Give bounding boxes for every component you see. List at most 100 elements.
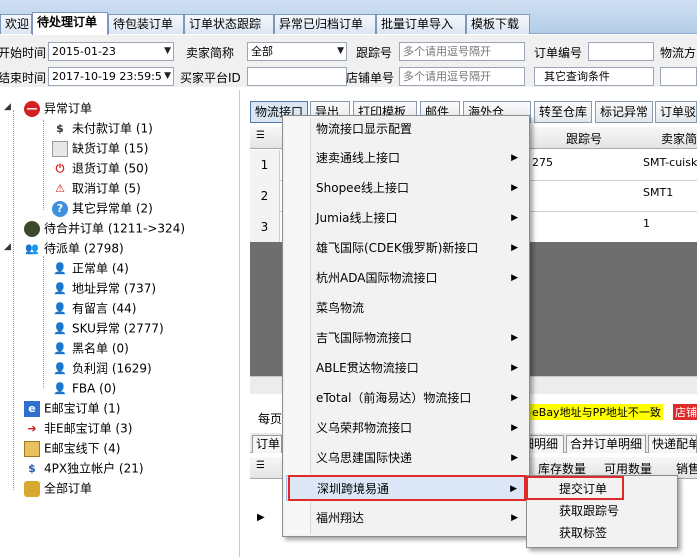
tree-item-pending-review[interactable]: 👥 待派单 (2798) (24, 239, 124, 257)
per-page-label: 每页 (258, 412, 283, 426)
tree-label: 黑名单 (0) (72, 341, 129, 356)
tree-item-ebay-offline[interactable]: E邮宝线下 (4) (24, 439, 120, 457)
chevron-down-icon: ▼ (164, 46, 171, 56)
menu-item[interactable]: 速卖通线上接口 ▶ (286, 145, 526, 171)
tree-line (43, 120, 44, 210)
tab-pending-orders[interactable]: 待处理订单 (32, 12, 108, 35)
collapse-icon[interactable]: ◢ (4, 242, 11, 252)
menu-item[interactable]: 杭州ADA国际物流接口 ▶ (286, 265, 526, 291)
user-icon: 👤 (53, 341, 67, 355)
tab-template-download[interactable]: 模板下载 (466, 14, 530, 34)
user-icon: 👤 (53, 301, 67, 315)
grid-menu-icon[interactable]: ☰ (256, 460, 265, 471)
menu-item[interactable]: 雄飞国际(CDEK俄罗斯)新接口 ▶ (286, 235, 526, 261)
tree-item-has-message[interactable]: 👤 有留言 (44) (52, 299, 136, 317)
end-time-field[interactable]: 2017-10-19 23:59:5 ▼ (48, 67, 174, 86)
menu-item[interactable]: Shopee线上接口 ▶ (286, 175, 526, 201)
buyer-platform-id-input[interactable] (247, 67, 347, 86)
tree-item-all-orders[interactable]: 全部订单 (24, 479, 92, 497)
tree-label: E邮宝线下 (4) (44, 441, 121, 456)
tree-item-blacklist[interactable]: 👤 黑名单 (0) (52, 339, 129, 357)
user-icon: 👤 (53, 261, 67, 275)
grid-header-tracking[interactable]: 跟踪号 (566, 130, 602, 147)
submenu-arrow-icon: ▶ (511, 423, 518, 433)
menu-item[interactable]: Jumia线上接口 ▶ (286, 205, 526, 231)
get-label-item[interactable]: 获取标签 (527, 522, 671, 544)
menu-item[interactable]: 菜鸟物流 (286, 295, 526, 321)
tree-item-normal[interactable]: 👤 正常单 (4) (52, 259, 129, 277)
dollar-icon: $ (28, 461, 36, 475)
tracking-no-input[interactable]: 多个请用逗号隔开 (399, 42, 525, 61)
tree-item-sku-abnormal[interactable]: 👤 SKU异常 (2777) (52, 319, 164, 337)
tree-item-4px[interactable]: $4PX独立帐户 (21) (24, 459, 144, 477)
tree-item-abnormal[interactable]: — 异常订单 (24, 99, 92, 117)
menu-item[interactable]: 物流接口显示配置 (286, 116, 526, 142)
menu-item[interactable]: eTotal（前海易达）物流接口 ▶ (286, 385, 526, 411)
menu-item-label: 吉飞国际物流接口 (316, 331, 413, 345)
detail-header-sales[interactable]: 销售 (676, 460, 697, 477)
menu-item[interactable]: 义乌思建国际快递 ▶ (286, 445, 526, 471)
box-icon (52, 140, 68, 157)
tree-item-non-ebay[interactable]: ➜ 非E邮宝订单 (3) (24, 419, 132, 437)
ebao-icon: e (24, 400, 40, 417)
tree-item-addr-abnormal[interactable]: 👤 地址异常 (737) (52, 279, 156, 297)
tree-label: 正常单 (4) (72, 261, 129, 276)
subtab-order[interactable]: 订单 (252, 435, 282, 453)
tab-archived-abnormal[interactable]: 异常已归档订单 (274, 14, 376, 34)
menu-item[interactable]: 吉飞国际物流接口 ▶ (286, 325, 526, 351)
logistics-input[interactable] (660, 67, 697, 86)
row-number: 3 (250, 212, 280, 243)
collapse-icon[interactable]: ◢ (4, 102, 11, 112)
get-tracking-no-item[interactable]: 获取跟踪号 (527, 500, 671, 522)
menu-item-label: 福州翔达 (316, 511, 365, 525)
menu-item[interactable]: ABLE贯达物流接口 ▶ (286, 355, 526, 381)
shop-order-label: 店铺单号 (346, 71, 395, 85)
subtab-express[interactable]: 快递配单 (648, 435, 697, 453)
tree-label: 缺货订单 (15) (72, 141, 149, 156)
other-query-button[interactable]: 其它查询条件 (534, 67, 654, 86)
tab-welcome[interactable]: 欢迎 (0, 14, 32, 34)
menu-item-label: Jumia线上接口 (316, 211, 398, 225)
tree-item-pending-merge[interactable]: 待合并订单 (1211->324) (24, 219, 185, 237)
tree-label: 有留言 (44) (72, 301, 137, 316)
submenu-arrow-icon: ▶ (511, 213, 518, 223)
tree-item-ebay-orders[interactable]: e E邮宝订单 (1) (24, 399, 120, 417)
question-icon: ? (52, 200, 68, 217)
tree-item-negative-profit[interactable]: 👤 负利润 (1629) (52, 359, 152, 377)
tab-pending-pack[interactable]: 待包装订单 (108, 14, 184, 34)
submenu-arrow-icon: ▶ (511, 363, 518, 373)
subtab-merge-detail[interactable]: 合并订单明细 (566, 435, 646, 453)
cell-seller: SMT-cuisk (643, 156, 697, 169)
order-no-input[interactable] (588, 42, 654, 61)
menu-item-label: 雄飞国际(CDEK俄罗斯)新接口 (316, 241, 479, 255)
tree-label: 其它异常单 (2) (72, 201, 153, 216)
tab-batch-import[interactable]: 批量订单导入 (376, 14, 466, 34)
tree-item-cancel[interactable]: ⚠ 取消订单 (5) (52, 179, 141, 197)
tree-line (43, 256, 44, 388)
tree-label: FBA (0) (72, 381, 117, 396)
start-time-field[interactable]: 2015-01-23 ▼ (48, 42, 174, 61)
buyer-platform-id-label: 买家平台ID (180, 71, 241, 85)
shop-order-input[interactable]: 多个请用逗号隔开 (399, 67, 525, 86)
tree-item-unpaid[interactable]: $ 未付款订单 (1) (52, 119, 153, 137)
tree-item-fba[interactable]: 👤 FBA (0) (52, 379, 116, 397)
menu-item[interactable]: 福州翔达 ▶ (286, 505, 526, 531)
transfer-warehouse-button[interactable]: 转至仓库 (534, 101, 592, 123)
tree-item-out-of-stock[interactable]: 缺货订单 (15) (52, 139, 148, 157)
submenu-arrow-icon: ▶ (511, 243, 518, 253)
mark-abnormal-button[interactable]: 标记异常 (595, 101, 653, 123)
tree-item-other-abnormal[interactable]: ? 其它异常单 (2) (52, 199, 153, 217)
tree-label: 4PX独立帐户 (21) (44, 461, 144, 476)
grid-header-seller[interactable]: 卖家简 (661, 130, 697, 147)
order-reject-button[interactable]: 订单驳 (655, 101, 697, 123)
grid-menu-icon[interactable]: ☰ (256, 130, 265, 141)
tracking-no-label: 跟踪号 (356, 46, 393, 60)
tree-item-refund[interactable]: ⏻ 退货订单 (50) (52, 159, 149, 177)
menu-item[interactable]: 义乌荣邦物流接口 ▶ (286, 415, 526, 441)
tab-order-tracking[interactable]: 订单状态跟踪 (184, 14, 274, 34)
chevron-down-icon: ▼ (164, 71, 171, 81)
menu-item-label: 速卖通线上接口 (316, 151, 401, 165)
order-no-label: 订单编号 (534, 46, 583, 60)
tree-label: 未付款订单 (1) (72, 121, 153, 136)
seller-short-select[interactable]: 全部 ▼ (247, 42, 347, 61)
